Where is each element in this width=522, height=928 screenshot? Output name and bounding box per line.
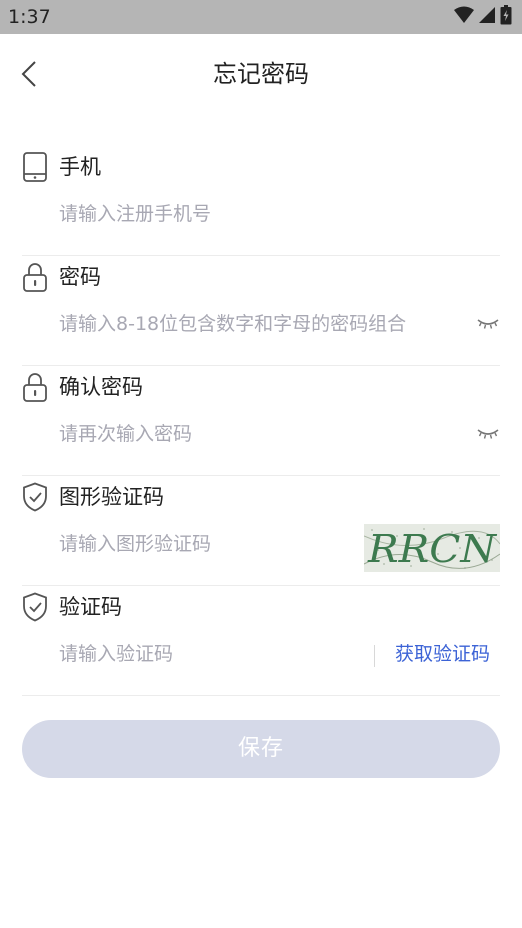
- sms-code-label: 验证码: [59, 595, 122, 619]
- nav-bar: 忘记密码: [0, 34, 522, 118]
- sms-divider: [374, 645, 375, 667]
- shield-check-icon: [22, 482, 48, 512]
- sms-code-field: 验证码 获取验证码: [22, 586, 500, 696]
- signal-icon: [478, 6, 496, 28]
- confirm-password-input[interactable]: [59, 418, 469, 450]
- password-field: 密码: [22, 256, 500, 366]
- forgot-password-form: 手机 密码: [22, 146, 500, 696]
- eye-closed-icon[interactable]: [476, 426, 500, 442]
- phone-label: 手机: [59, 155, 101, 179]
- confirm-password-field-head: 确认密码: [22, 372, 143, 402]
- sms-code-field-head: 验证码: [22, 592, 122, 622]
- phone-field-head: 手机: [22, 152, 101, 182]
- phone-icon: [22, 152, 48, 182]
- status-bar: 1:37: [0, 0, 522, 34]
- password-label: 密码: [59, 265, 101, 289]
- captcha-label: 图形验证码: [59, 485, 164, 509]
- get-code-button[interactable]: 获取验证码: [395, 638, 490, 670]
- phone-input[interactable]: [59, 198, 459, 230]
- captcha-text: RRCN: [367, 527, 498, 571]
- captcha-field: 图形验证码 RRCN: [22, 476, 500, 586]
- password-field-head: 密码: [22, 262, 101, 292]
- page-title: 忘记密码: [213, 60, 309, 88]
- sms-code-input[interactable]: [59, 638, 349, 670]
- eye-closed-icon[interactable]: [476, 316, 500, 332]
- lock-icon: [22, 262, 48, 292]
- password-input[interactable]: [59, 308, 469, 340]
- captcha-input[interactable]: [59, 528, 349, 560]
- battery-icon: [500, 5, 512, 29]
- confirm-password-label: 确认密码: [59, 375, 143, 399]
- save-button[interactable]: 保存: [22, 720, 500, 778]
- wifi-icon: [454, 6, 474, 28]
- captcha-image[interactable]: RRCN: [364, 524, 500, 572]
- phone-field: 手机: [22, 146, 500, 256]
- status-time: 1:37: [8, 6, 51, 28]
- captcha-field-head: 图形验证码: [22, 482, 164, 512]
- confirm-password-field: 确认密码: [22, 366, 500, 476]
- status-icons: [454, 5, 512, 29]
- shield-check-icon: [22, 592, 48, 622]
- lock-icon: [22, 372, 48, 402]
